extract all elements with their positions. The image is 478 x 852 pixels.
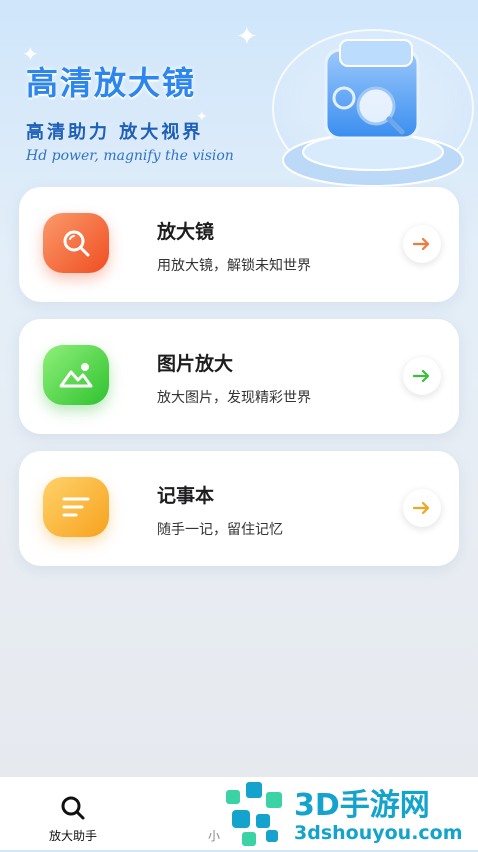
watermark-title: 3D手游网 <box>294 788 430 823</box>
app-title: 高清放大镜 <box>26 64 197 102</box>
watermark-url: 3dshouyou.com <box>294 822 463 844</box>
arrow-right-icon[interactable] <box>403 489 441 527</box>
app-subtitle: Hd power, magnify the vision <box>26 148 234 164</box>
image-icon <box>43 345 109 405</box>
watermark-icon <box>226 782 282 846</box>
card-magnifier[interactable]: 放大镜 用放大镜，解锁未知世界 <box>19 187 459 302</box>
notes-icon <box>43 477 109 537</box>
card-title: 放大镜 <box>157 221 215 243</box>
card-description: 随手一记，留住记忆 <box>157 522 283 538</box>
card-title: 图片放大 <box>157 353 234 375</box>
sparkle-icon: ✦ <box>236 22 258 52</box>
search-icon <box>61 796 85 820</box>
card-description: 放大图片，发现精彩世界 <box>157 390 311 406</box>
card-image-zoom[interactable]: 图片放大 放大图片，发现精彩世界 <box>19 319 459 434</box>
arrow-right-icon[interactable] <box>403 357 441 395</box>
nav-label: 放大助手 <box>48 829 97 843</box>
card-title: 记事本 <box>157 485 215 507</box>
hero-banner: ✦ ✦ ✦ 高清放大镜 高清助力 放大视界 Hd power, magnify … <box>0 0 478 190</box>
app-slogan: 高清助力 放大视界 <box>26 122 204 143</box>
card-description: 用放大镜，解锁未知世界 <box>157 258 311 274</box>
card-notebook[interactable]: 记事本 随手一记，留住记忆 <box>19 451 459 566</box>
nav-item-assistant[interactable]: 放大助手 <box>13 777 133 850</box>
watermark-logo: 3D手游网 3dshouyou.com <box>222 778 478 850</box>
magnifier-icon <box>43 213 109 273</box>
arrow-right-icon[interactable] <box>403 225 441 263</box>
magnifier-illustration <box>272 29 474 187</box>
